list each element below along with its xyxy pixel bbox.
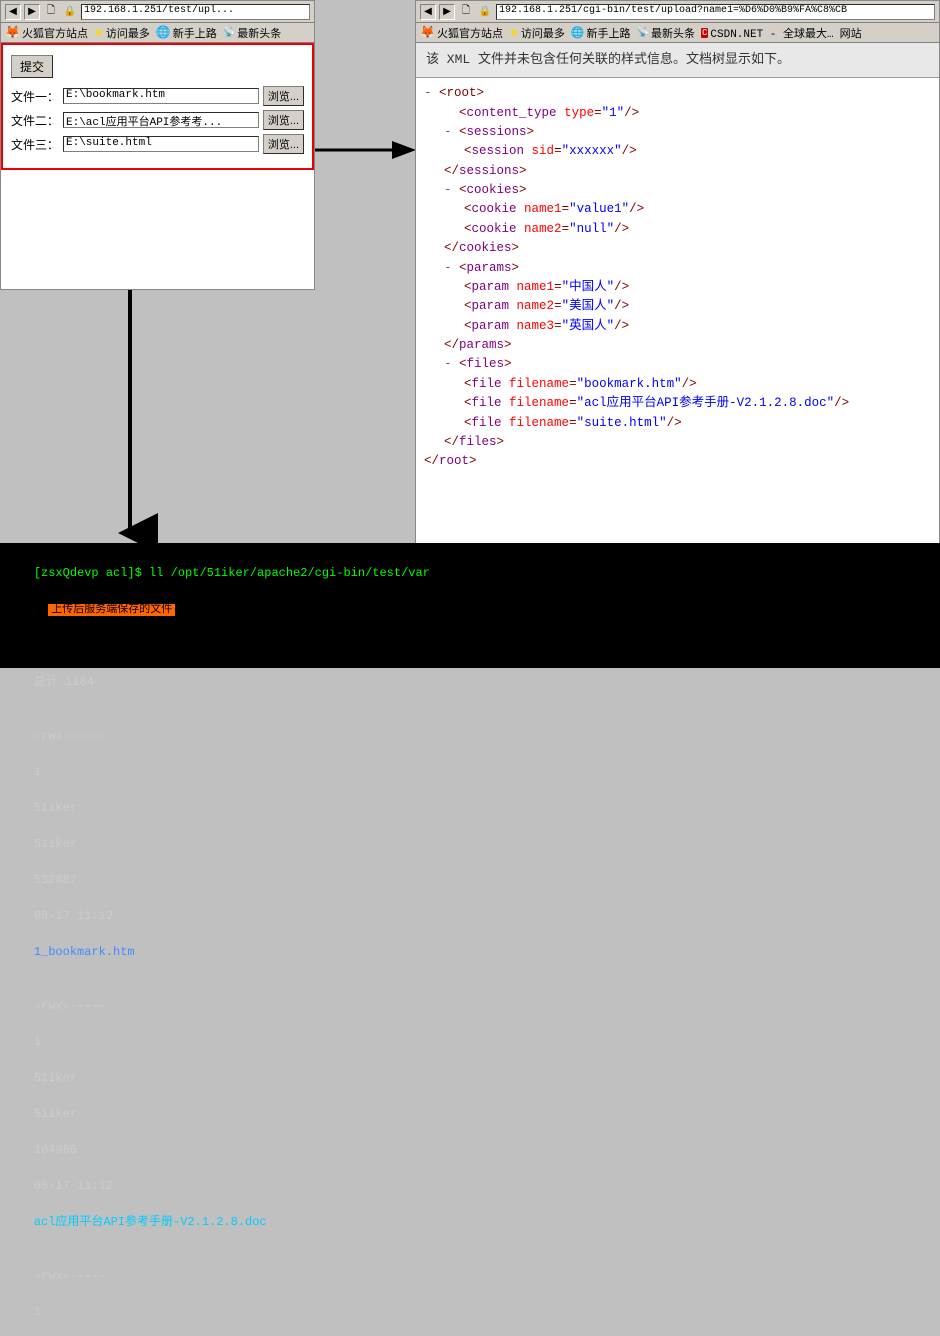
browse-btn-3[interactable]: 浏览... bbox=[263, 134, 304, 154]
forward-btn[interactable]: ▶ bbox=[24, 4, 40, 20]
file-input-1: E:\bookmark.htm bbox=[63, 88, 259, 104]
left-toolbar: ◀ ▶ 🗋 🔒 192.168.1.251/test/upl... bbox=[1, 1, 314, 23]
xml-root-close: </root> bbox=[424, 452, 931, 471]
file-row-2: 文件二： E:\acl应用平台API参考考... 浏览... bbox=[11, 110, 304, 130]
file-input-2: E:\acl应用平台API参考考... bbox=[63, 112, 259, 128]
terminal-prompt-line: [zsxQdevp acl]$ ll /opt/51iker/apache2/c… bbox=[5, 546, 935, 655]
file-row-3: 文件三： E:\suite.html 浏览... bbox=[11, 134, 304, 154]
forward-btn-right[interactable]: ▶ bbox=[439, 4, 455, 20]
xml-root-open: - <root> bbox=[424, 84, 931, 103]
globe-icon-right: 🌐 bbox=[571, 26, 585, 40]
terminal-file-1: -rwx------ 1 51iker 51iker 532887 08-17 … bbox=[5, 709, 935, 979]
bm-new-left[interactable]: 🌐 新手上路 bbox=[156, 25, 217, 41]
right-toolbar: ◀ ▶ 🗋 🔒 192.168.1.251/cgi-bin/test/uploa… bbox=[416, 1, 939, 23]
terminal-file-2: -rwx------ 1 51iker 51iker 104960 08-17 … bbox=[5, 979, 935, 1249]
xml-cookie-1: <cookie name1="value1"/> bbox=[464, 200, 931, 219]
file-label-1: 文件一： bbox=[11, 88, 59, 105]
right-arrow bbox=[310, 130, 420, 170]
back-btn-right[interactable]: ◀ bbox=[420, 4, 436, 20]
xml-cookie-2: <cookie name2="null"/> bbox=[464, 220, 931, 239]
xml-params-open: - <params> bbox=[444, 259, 931, 278]
bm-fox-right[interactable]: 🦊 火狐官方站点 bbox=[420, 25, 503, 41]
terminal-total: 总计 1184 bbox=[5, 655, 935, 709]
down-arrow bbox=[100, 285, 160, 545]
xml-file-2: <file filename="acl应用平台API参考手册-V2.1.2.8.… bbox=[464, 394, 931, 413]
xml-cookies-close: </cookies> bbox=[444, 239, 931, 258]
submit-button[interactable]: 提交 bbox=[11, 55, 53, 78]
xml-param-2: <param name2="美国人"/> bbox=[464, 297, 931, 316]
terminal-file-3: -rwx------ 1 51iker 51iker 532887 08-17 … bbox=[5, 1249, 935, 1336]
bm-fox-left[interactable]: 🦊 火狐官方站点 bbox=[5, 25, 88, 41]
file-row-1: 文件一： E:\bookmark.htm 浏览... bbox=[11, 86, 304, 106]
page-icon-left: 🗋 bbox=[43, 4, 59, 20]
bm-news-left[interactable]: 📡 最新头条 bbox=[223, 25, 281, 41]
xml-param-1: <param name1="中国人"/> bbox=[464, 278, 931, 297]
rss-icon-left: 📡 bbox=[223, 27, 235, 39]
address-bar-left[interactable]: 192.168.1.251/test/upl... bbox=[81, 4, 310, 20]
file-input-3: E:\suite.html bbox=[63, 136, 259, 152]
xml-sessions-close: </sessions> bbox=[444, 162, 931, 181]
c-icon-right: C bbox=[701, 28, 708, 38]
ie-icon-left: 🌐 bbox=[156, 25, 171, 40]
xml-file-1: <file filename="bookmark.htm"/> bbox=[464, 375, 931, 394]
terminal-label: 上传后服务端保存的文件 bbox=[5, 602, 175, 635]
star-icon-left: ★ bbox=[94, 26, 104, 40]
xml-file-3: <file filename="suite.html"/> bbox=[464, 414, 931, 433]
xml-content: - <root> <content_type type="1"/> - <ses… bbox=[416, 78, 939, 557]
file-label-3: 文件三： bbox=[11, 136, 59, 153]
xml-params-close: </params> bbox=[444, 336, 931, 355]
bm-web-right[interactable]: 网站 bbox=[840, 25, 862, 41]
xml-sessions-open: - <sessions> bbox=[444, 123, 931, 142]
upload-form: 提交 文件一： E:\bookmark.htm 浏览... 文件二： E:\ac… bbox=[1, 43, 314, 170]
terminal-filename-1: 1_bookmark.htm bbox=[34, 945, 135, 959]
file-label-2: 文件二： bbox=[11, 112, 59, 129]
right-bookmarks-bar: 🦊 火狐官方站点 ★ 访问最多 🌐 新手上路 📡 最新头条 C CSDN.NET… bbox=[416, 23, 939, 43]
bm-new-right[interactable]: 🌐 新手上路 bbox=[571, 25, 631, 41]
fox-icon-left: 🦊 bbox=[5, 25, 20, 40]
address-bar-right[interactable]: 192.168.1.251/cgi-bin/test/upload?name1=… bbox=[496, 4, 935, 20]
left-bookmarks-bar: 🦊 火狐官方站点 ★ 访问最多 🌐 新手上路 📡 最新头条 bbox=[1, 23, 314, 43]
xml-cookies-open: - <cookies> bbox=[444, 181, 931, 200]
right-browser-panel: ◀ ▶ 🗋 🔒 192.168.1.251/cgi-bin/test/uploa… bbox=[415, 0, 940, 545]
page-icon-right: 🗋 bbox=[458, 4, 474, 20]
xml-content-type: <content_type type="1"/> bbox=[444, 104, 931, 123]
browse-btn-2[interactable]: 浏览... bbox=[263, 110, 304, 130]
xml-param-3: <param name3="英国人"/> bbox=[464, 317, 931, 336]
arrow-right-svg bbox=[310, 130, 420, 170]
xml-message: 该 XML 文件并未包含任何关联的样式信息。文档树显示如下。 bbox=[416, 43, 939, 78]
left-browser-panel: ◀ ▶ 🗋 🔒 192.168.1.251/test/upl... 🦊 火狐官方… bbox=[0, 0, 315, 290]
terminal-filename-2: acl应用平台API参考手册-V2.1.2.8.doc bbox=[34, 1215, 267, 1229]
terminal-panel: [zsxQdevp acl]$ ll /opt/51iker/apache2/c… bbox=[0, 543, 940, 668]
bm-most-left[interactable]: ★ 访问最多 bbox=[94, 25, 150, 41]
terminal-prompt: [zsxQdevp acl]$ ll /opt/51iker/apache2/c… bbox=[34, 566, 430, 580]
fox-icon-right: 🦊 bbox=[420, 25, 435, 40]
bm-most-right[interactable]: ★ 访问最多 bbox=[509, 25, 565, 41]
xml-session: <session sid="xxxxxx"/> bbox=[464, 142, 931, 161]
bm-csdn-right[interactable]: C CSDN.NET - 全球最大… bbox=[701, 25, 834, 41]
star-icon-right: ★ bbox=[509, 26, 519, 40]
rss-icon-right: 📡 bbox=[637, 27, 649, 39]
xml-files-close: </files> bbox=[444, 433, 931, 452]
arrow-down-svg bbox=[100, 285, 160, 545]
lock-icon-left: 🔒 bbox=[62, 4, 78, 20]
upload-label: 上传后服务端保存的文件 bbox=[48, 604, 175, 616]
browse-btn-1[interactable]: 浏览... bbox=[263, 86, 304, 106]
lock-icon-right: 🔒 bbox=[477, 4, 493, 20]
xml-files-open: - <files> bbox=[444, 355, 931, 374]
bm-news-right[interactable]: 📡 最新头条 bbox=[637, 25, 695, 41]
back-btn[interactable]: ◀ bbox=[5, 4, 21, 20]
